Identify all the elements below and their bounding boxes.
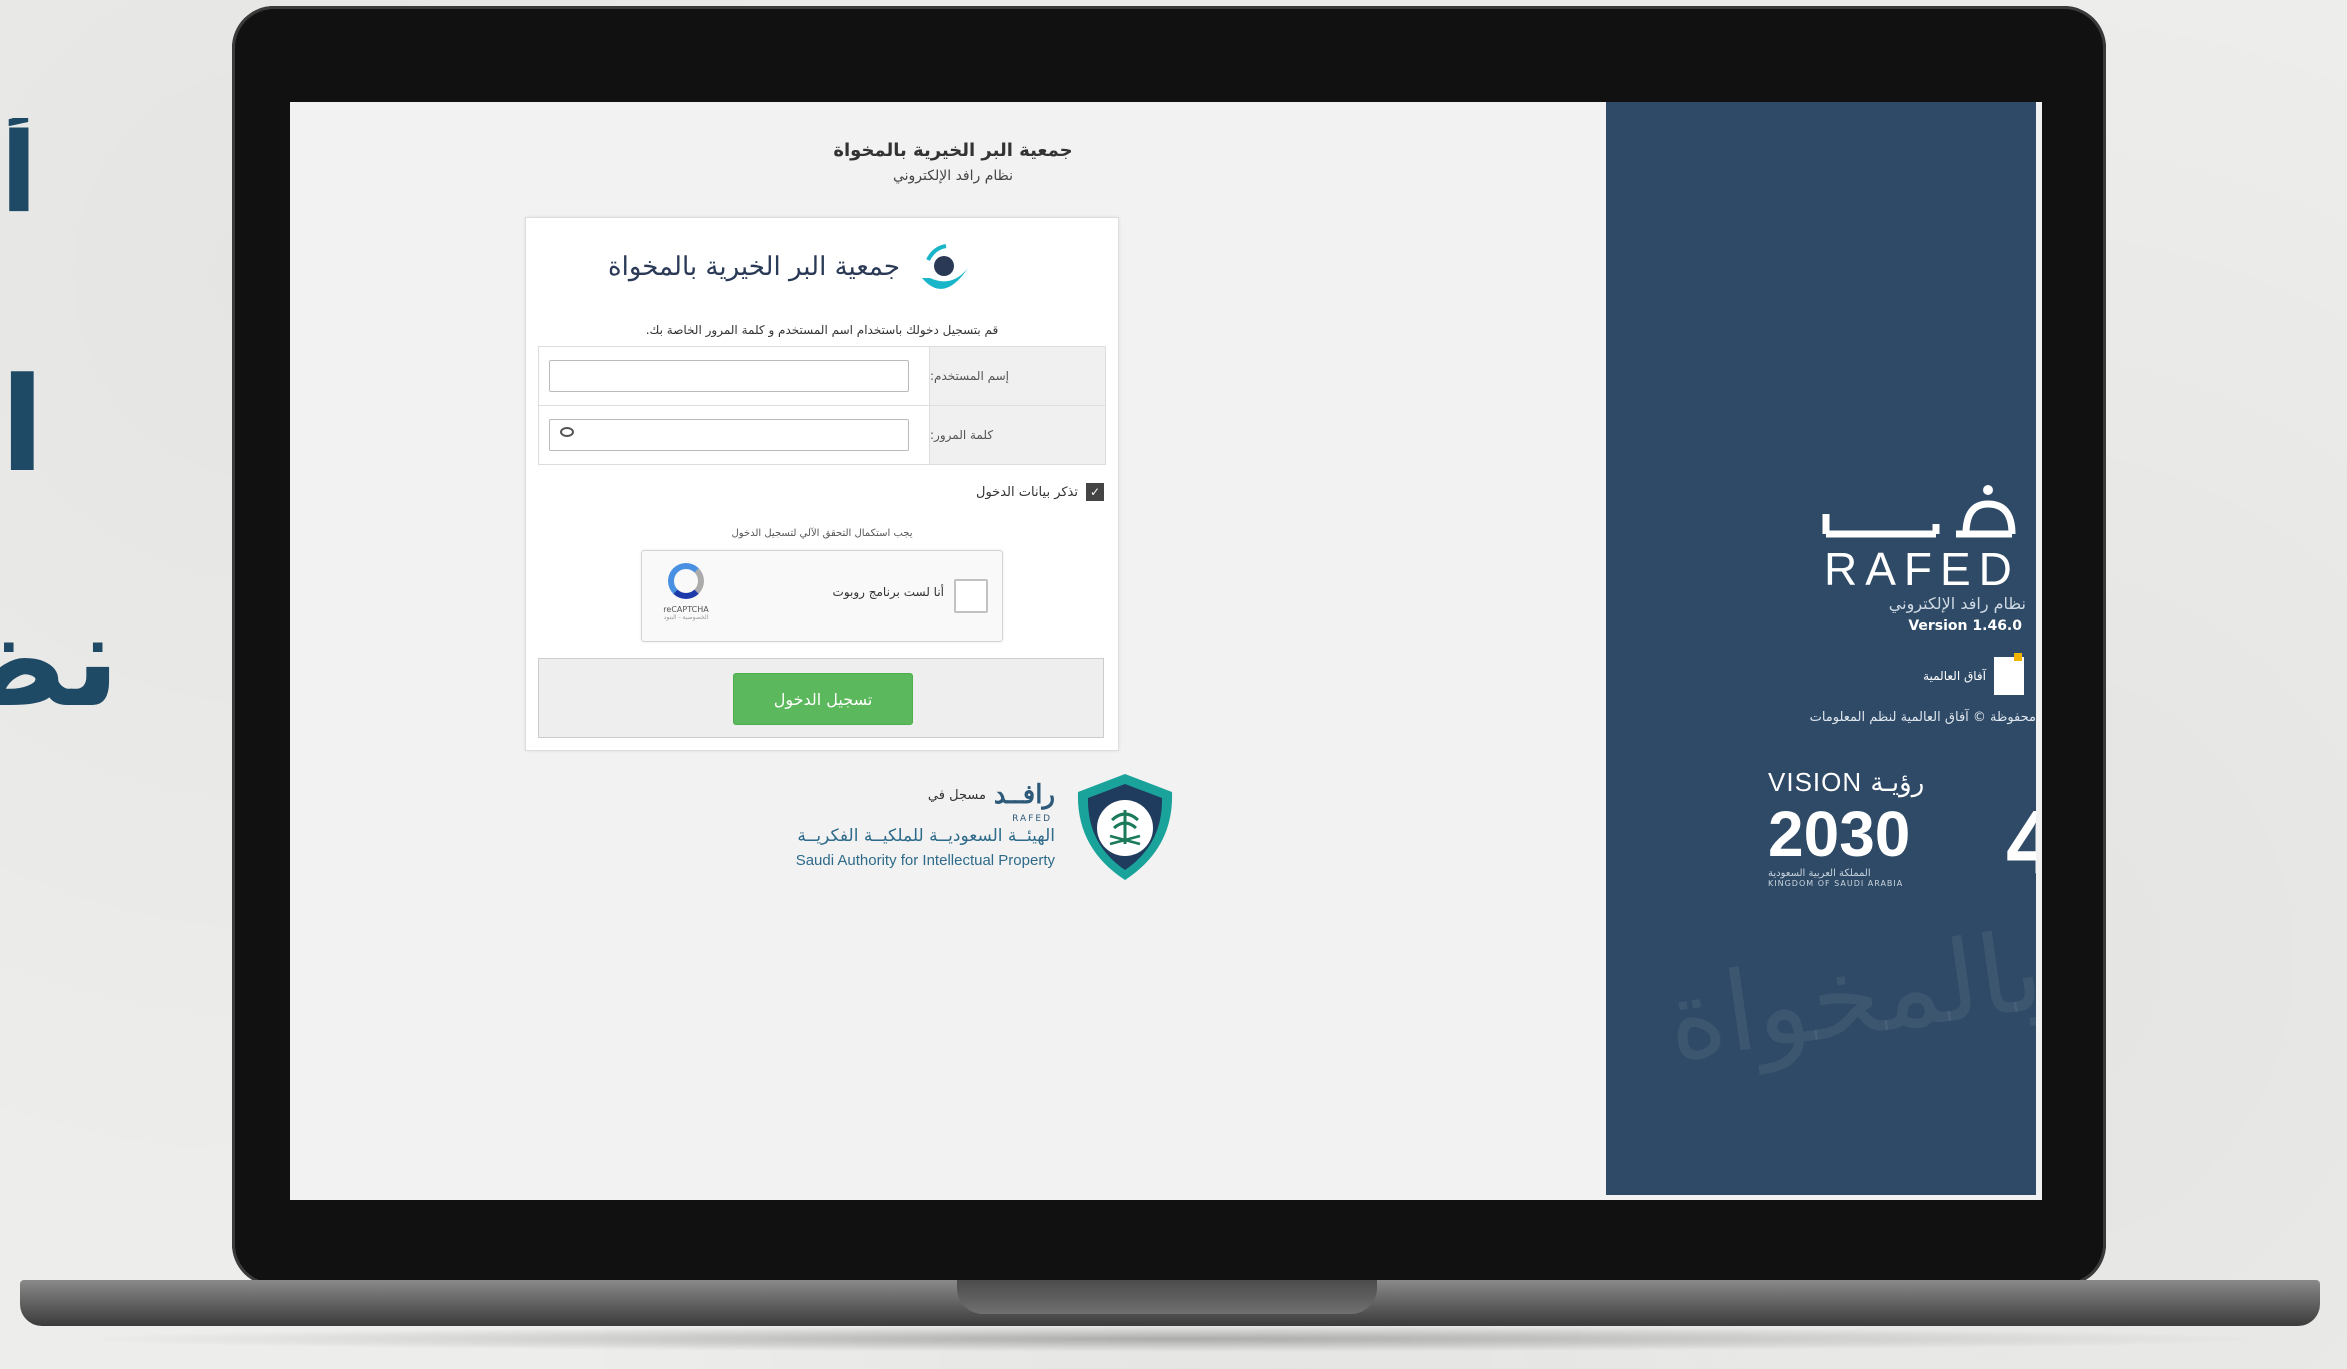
authority-name-ar: الهيئــة السعوديــة للملكيــة الفكريــة <box>797 826 1055 846</box>
side-panel: بالمخواة RAFED نظام رافد الإلكتروني Vers… <box>1606 102 2036 1195</box>
rafed-small-ar: رافــد <box>993 780 1055 810</box>
laptop-notch <box>957 1280 1377 1314</box>
recaptcha-widget: أنا لست برنامج روبوت reCAPTCHA الخصوصية … <box>641 550 1003 642</box>
org-title: جمعية البر الخيرية بالمخواة <box>833 140 1073 161</box>
afaq-logo: آفاق العالمية <box>1923 653 2024 695</box>
recaptcha-brand: reCAPTCHA <box>663 605 709 614</box>
username-label: إسم المستخدم: <box>929 347 1105 405</box>
registered-in: مسجل في <box>927 787 986 803</box>
recaptcha-logo: reCAPTCHA الخصوصية - البنود <box>656 563 716 621</box>
recaptcha-terms[interactable]: الخصوصية - البنود <box>656 614 716 621</box>
rafed-registration: رافــد مسجل في <box>928 780 1055 810</box>
password-label: كلمة المرور: <box>929 406 1105 464</box>
captcha-notice: يجب استكمال التحقق الآلي لتسجيل الدخول <box>731 528 913 539</box>
authority-name-en: Saudi Authority for Intellectual Propert… <box>795 852 1055 869</box>
afaq-logo-icon <box>1994 653 2024 695</box>
vision-2030-logo: VISION رؤيـة 2030 المملكة العربية السعود… <box>1768 767 1924 888</box>
side-panel-decor-text: بالمخواة <box>1658 906 2036 1086</box>
laptop-screen: جمعية البر الخيرية بالمخواة نظام رافد ال… <box>290 102 2042 1200</box>
login-card: جمعية البر الخيرية بالمخواة قم بتسجيل دخ… <box>525 217 1119 751</box>
recaptcha-label: أنا لست برنامج روبوت <box>832 585 944 599</box>
username-input[interactable] <box>549 360 909 392</box>
remember-me[interactable]: تذكر بيانات الدخول ✓ <box>976 483 1104 501</box>
login-button[interactable]: تسجيل الدخول <box>733 673 913 725</box>
system-subtitle: نظام رافد الإلكتروني <box>892 168 1014 184</box>
saip-registration: رافــد مسجل في RAFED الهيئــة السعوديــة… <box>580 770 1180 890</box>
org-logo-icon <box>922 244 968 289</box>
version-label: Version 1.46.0 <box>1908 618 2022 634</box>
vision-country-en: KINGDOM OF SAUDI ARABIA <box>1768 879 1904 888</box>
org-logo-script: جمعية البر الخيرية بالمخواة <box>607 252 900 282</box>
rafed-small-en: RAFED <box>1012 814 1052 824</box>
background-heading-line-3: نظ <box>0 595 120 725</box>
recaptcha-icon <box>668 563 704 599</box>
org-logo: جمعية البر الخيرية بالمخواة <box>608 238 976 308</box>
vision-title: VISION رؤيـة <box>1768 767 1925 797</box>
login-form: إسم المستخدم: كلمة المرور: <box>538 346 1106 465</box>
submit-area: تسجيل الدخول <box>538 658 1104 738</box>
background-heading-line-2: ا <box>0 360 40 490</box>
vision-year: 2030 <box>1768 798 1911 870</box>
password-input[interactable] <box>549 419 909 451</box>
rafed-logo-en: RAFED <box>1824 543 2020 595</box>
background-heading-line-1: أ <box>0 118 38 228</box>
copyright-text: محفوظة © آفاق العالمية لنظم المعلومات <box>1809 710 2036 725</box>
laptop-shadow <box>60 1326 2280 1352</box>
username-row: إسم المستخدم: <box>539 347 1105 406</box>
login-instruction: قم بتسجيل دخولك باستخدام اسم المستخدم و … <box>645 323 999 337</box>
recaptcha-checkbox[interactable] <box>954 579 988 613</box>
saip-seal-icon <box>1077 774 1173 880</box>
side-system-name: نظام رافد الإلكتروني <box>1888 594 2026 613</box>
password-row: كلمة المرور: <box>539 406 1105 464</box>
side-edge-digit: 4 <box>2006 793 2036 893</box>
remember-me-checkbox[interactable]: ✓ <box>1086 483 1104 501</box>
remember-me-label: تذكر بيانات الدخول <box>976 484 1078 500</box>
show-password-eye-icon[interactable] <box>560 427 574 437</box>
afaq-name: آفاق العالمية <box>1923 669 1986 683</box>
